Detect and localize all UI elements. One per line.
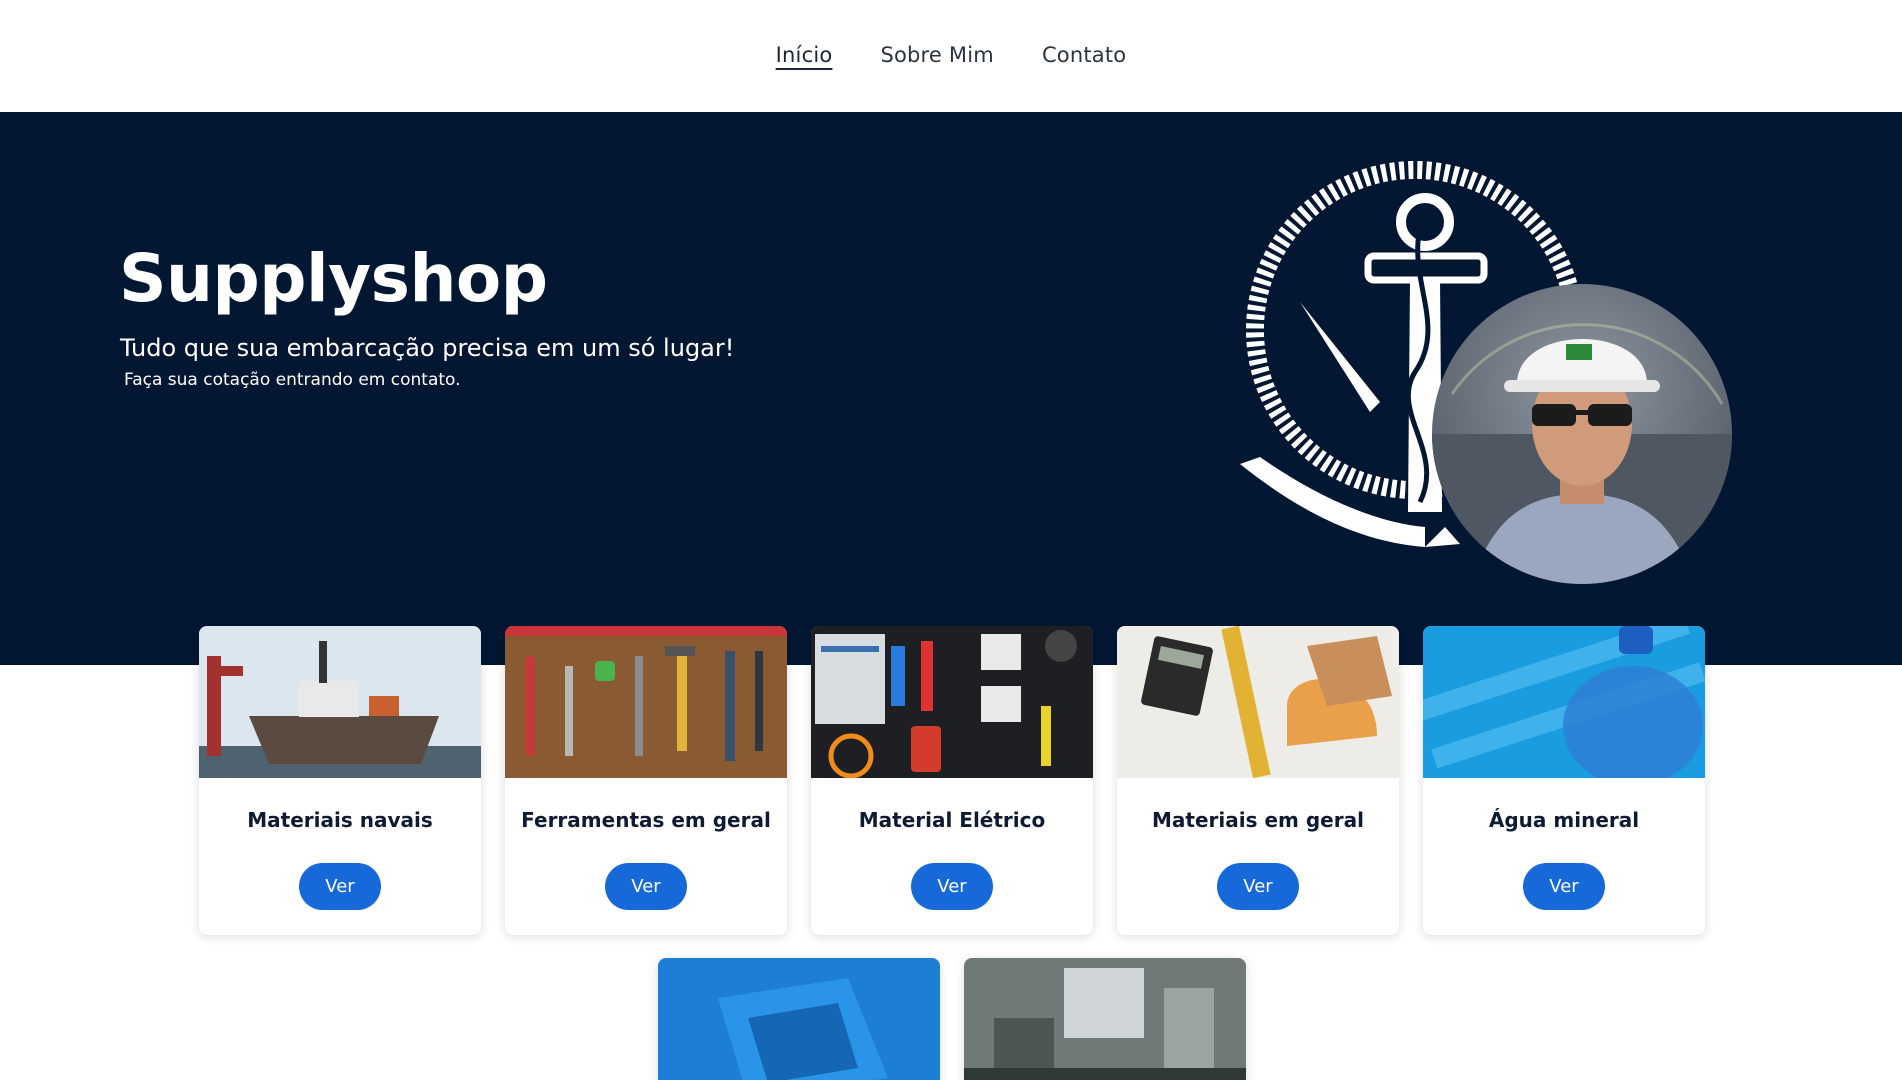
view-button[interactable]: Ver (1523, 863, 1605, 910)
card-image-materials (1117, 626, 1399, 778)
nav-link-inicio[interactable]: Início (776, 43, 833, 67)
page: Início Sobre Mim Contato Supplyshop Tudo… (0, 0, 1902, 1080)
view-button[interactable]: Ver (911, 863, 993, 910)
category-card: Água mineral Ver (1423, 626, 1705, 935)
card-title: Materiais em geral (1152, 808, 1364, 832)
nav-link-sobre-mim[interactable]: Sobre Mim (880, 43, 994, 67)
card-title: Ferramentas em geral (521, 808, 771, 832)
view-button[interactable]: Ver (299, 863, 381, 910)
person-photo-icon (1432, 323, 1732, 584)
category-card: Materiais em geral Ver (1117, 626, 1399, 935)
category-card-partial (658, 958, 940, 1080)
category-card: Ferramentas em geral Ver (505, 626, 787, 935)
hero-subtitle: Tudo que sua embarcação precisa em um só… (120, 334, 735, 362)
card-image-machinery (964, 958, 1246, 1080)
card-image-electrical (811, 626, 1093, 778)
view-button[interactable]: Ver (605, 863, 687, 910)
card-image-water (1423, 626, 1705, 778)
hero-note: Faça sua cotação entrando em contato. (124, 370, 461, 390)
hero-title: Supplyshop (119, 240, 548, 317)
card-image-fabric (658, 958, 940, 1080)
view-button[interactable]: Ver (1217, 863, 1299, 910)
card-title: Material Elétrico (858, 808, 1046, 832)
top-nav: Início Sobre Mim Contato (0, 0, 1902, 112)
card-image-tools (505, 626, 787, 778)
nav-link-contato[interactable]: Contato (1042, 43, 1126, 67)
category-cards: Materiais navais Ver Ferramentas em gera… (199, 626, 1705, 936)
profile-avatar (1432, 284, 1732, 584)
card-title: Água mineral (1488, 808, 1640, 832)
card-image-ship (199, 626, 481, 778)
category-card-partial (964, 958, 1246, 1080)
nav-list: Início Sobre Mim Contato (776, 43, 1127, 67)
hero-section: Supplyshop Tudo que sua embarcação preci… (0, 112, 1902, 665)
category-card: Materiais navais Ver (199, 626, 481, 935)
category-card: Material Elétrico Ver (811, 626, 1093, 935)
card-title: Materiais navais (247, 808, 433, 832)
